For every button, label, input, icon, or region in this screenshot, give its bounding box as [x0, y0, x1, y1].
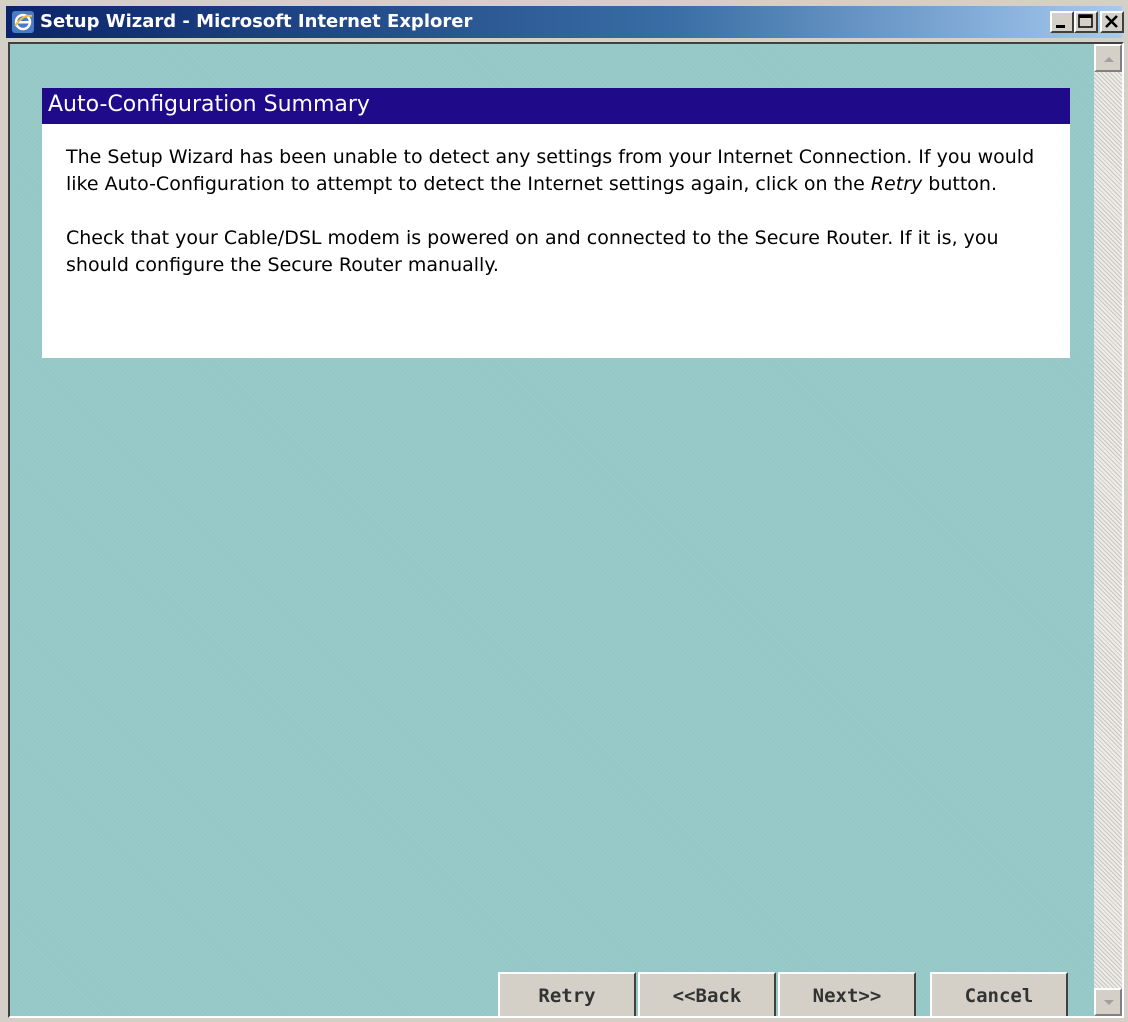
scroll-down-button[interactable] [1094, 988, 1122, 1016]
vertical-scrollbar[interactable] [1094, 44, 1122, 1016]
retry-button[interactable]: Retry [498, 972, 636, 1016]
internet-explorer-icon [12, 11, 34, 33]
back-button[interactable]: <<Back [638, 972, 776, 1016]
browser-window: Setup Wizard - Microsoft Internet Explor… [0, 0, 1128, 1022]
summary-text-end: button. [922, 173, 998, 195]
cancel-button[interactable]: Cancel [930, 972, 1068, 1016]
maximize-button[interactable] [1074, 11, 1098, 33]
summary-paragraph-2: Check that your Cable/DSL modem is power… [66, 227, 999, 276]
panel-header: Auto-Configuration Summary [42, 88, 1070, 124]
panel-body: The Setup Wizard has been unable to dete… [66, 144, 1056, 306]
wizard-page: Auto-Configuration Summary The Setup Wiz… [10, 44, 1094, 1016]
title-bar[interactable]: Setup Wizard - Microsoft Internet Explor… [6, 6, 1124, 38]
next-button[interactable]: Next>> [778, 972, 916, 1016]
close-icon [1105, 15, 1118, 28]
window-title: Setup Wizard - Microsoft Internet Explor… [40, 11, 473, 32]
scroll-up-arrow-icon [1104, 57, 1114, 62]
summary-panel: Auto-Configuration Summary The Setup Wiz… [42, 88, 1070, 358]
minimize-button[interactable] [1050, 11, 1074, 33]
browser-content-area: Auto-Configuration Summary The Setup Wiz… [8, 42, 1124, 1018]
summary-paragraph-1: The Setup Wizard has been unable to dete… [66, 144, 1056, 198]
panel-title: Auto-Configuration Summary [48, 92, 370, 117]
close-button[interactable] [1100, 11, 1124, 33]
retry-emphasis: Retry [870, 173, 923, 195]
minimize-icon [1056, 25, 1065, 28]
maximize-icon [1078, 14, 1093, 28]
scroll-up-button[interactable] [1094, 44, 1122, 72]
scroll-down-arrow-icon [1104, 1000, 1114, 1005]
